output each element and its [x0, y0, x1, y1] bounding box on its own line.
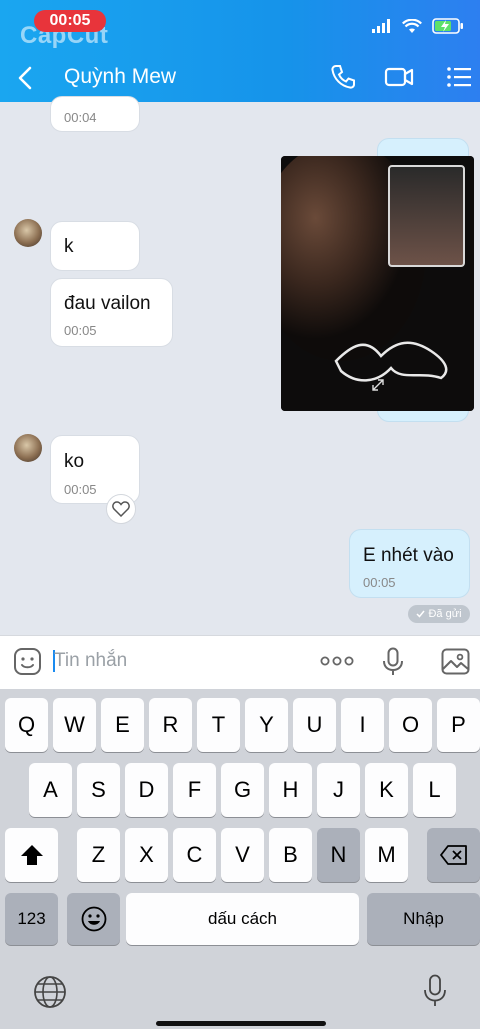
emoji-icon	[81, 906, 106, 932]
return-key[interactable]: Nhập	[367, 893, 480, 945]
key-q[interactable]: Q	[5, 698, 48, 752]
battery-charging-icon	[432, 18, 463, 34]
key-n[interactable]: N	[317, 828, 360, 882]
message-time: 00:05	[64, 323, 97, 338]
message-time: 00:04	[64, 110, 97, 125]
message-text: k	[64, 236, 74, 257]
emoji-sticker-icon[interactable]	[13, 647, 42, 676]
key-m[interactable]: M	[365, 828, 408, 882]
key-w[interactable]: W	[53, 698, 96, 752]
key-o[interactable]: O	[389, 698, 432, 752]
status-icons	[372, 14, 464, 38]
message-text: đau vailon	[64, 293, 151, 314]
sent-status-badge: Đã gửi	[408, 605, 470, 623]
key-a[interactable]: A	[29, 763, 72, 817]
home-indicator[interactable]	[156, 1021, 326, 1026]
more-options-icon[interactable]	[320, 653, 354, 669]
sent-status-text: Đã gửi	[428, 608, 462, 620]
globe-icon[interactable]	[33, 975, 67, 1009]
key-g[interactable]: G	[221, 763, 264, 817]
key-i[interactable]: I	[341, 698, 384, 752]
key-t[interactable]: T	[197, 698, 240, 752]
heart-icon	[112, 501, 130, 517]
message-time: 00:05	[363, 575, 396, 590]
signal-icon	[372, 19, 390, 33]
self-view-pip[interactable]	[388, 165, 465, 267]
message-bubble-partial[interactable]: 00:04	[50, 96, 140, 132]
contact-avatar[interactable]	[14, 219, 42, 247]
key-k[interactable]: K	[365, 763, 408, 817]
message-input[interactable]: Tin nhắn	[54, 650, 127, 672]
message-bubble[interactable]: k	[50, 221, 140, 271]
key-z[interactable]: Z	[77, 828, 120, 882]
key-y[interactable]: Y	[245, 698, 288, 752]
key-e[interactable]: E	[101, 698, 144, 752]
react-heart-button[interactable]	[106, 494, 136, 524]
key-b[interactable]: B	[269, 828, 312, 882]
emoji-key[interactable]	[67, 893, 120, 945]
key-r[interactable]: R	[149, 698, 192, 752]
message-text: E nhét vào	[363, 545, 454, 566]
key-v[interactable]: V	[221, 828, 264, 882]
message-bubble[interactable]: đau vailon 00:05	[50, 278, 173, 347]
key-s[interactable]: S	[77, 763, 120, 817]
voice-record-icon[interactable]	[382, 647, 404, 677]
space-key[interactable]: dấu cách	[126, 893, 359, 945]
contact-avatar[interactable]	[14, 434, 42, 462]
key-j[interactable]: J	[317, 763, 360, 817]
phone-call-icon[interactable]	[328, 62, 358, 92]
backspace-key[interactable]	[427, 828, 480, 882]
key-c[interactable]: C	[173, 828, 216, 882]
image-gallery-icon[interactable]	[441, 648, 470, 675]
key-h[interactable]: H	[269, 763, 312, 817]
message-time: 00:05	[64, 482, 97, 497]
key-l[interactable]: L	[413, 763, 456, 817]
recording-timer: 00:05	[34, 10, 106, 32]
message-bubble[interactable]: ko 00:05	[50, 435, 140, 504]
wifi-icon	[402, 18, 422, 33]
message-text: ko	[64, 451, 85, 472]
contact-name[interactable]: Quỳnh Mew	[64, 65, 176, 89]
shift-arrow-icon	[20, 845, 43, 865]
numbers-key[interactable]: 123	[5, 893, 58, 945]
key-p[interactable]: P	[437, 698, 480, 752]
outgoing-message-bubble[interactable]: E nhét vào 00:05	[349, 529, 470, 598]
video-call-icon[interactable]	[384, 62, 414, 92]
back-arrow-icon[interactable]	[14, 64, 38, 92]
key-x[interactable]: X	[125, 828, 168, 882]
menu-list-icon[interactable]	[444, 62, 474, 92]
check-icon	[416, 610, 426, 618]
shift-key[interactable]	[5, 828, 58, 882]
backspace-icon	[439, 845, 467, 865]
expand-icon[interactable]	[371, 378, 385, 392]
key-u[interactable]: U	[293, 698, 336, 752]
key-f[interactable]: F	[173, 763, 216, 817]
dictation-mic-icon[interactable]	[423, 974, 447, 1008]
key-d[interactable]: D	[125, 763, 168, 817]
